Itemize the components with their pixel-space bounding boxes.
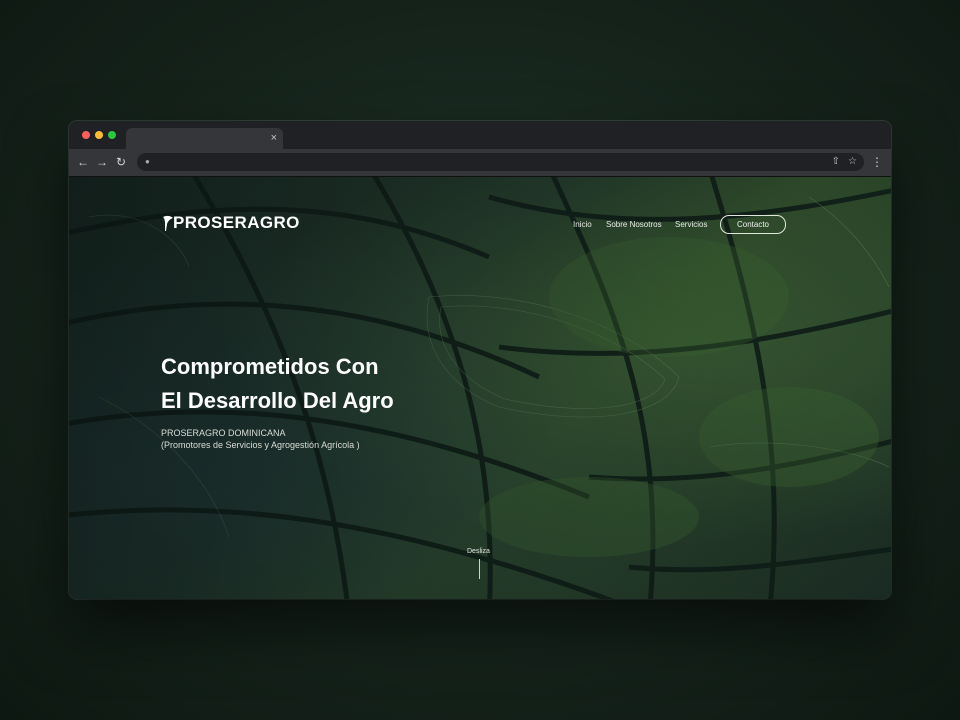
logo-text: PROSERAGRO: [173, 213, 300, 232]
reload-icon[interactable]: ↻: [113, 153, 129, 171]
address-bar[interactable]: ● ⇧ ☆: [137, 153, 864, 171]
bookmark-star-icon[interactable]: ☆: [848, 155, 857, 169]
maximize-window-button[interactable]: [108, 131, 116, 139]
nav-link-sobre-nosotros[interactable]: Sobre Nosotros: [606, 217, 662, 233]
browser-toolbar: ← → ↻ ● ⇧ ☆ ⋮: [69, 149, 891, 177]
scroll-hint[interactable]: Desliza: [467, 547, 490, 557]
browser-menu-icon[interactable]: ⋮: [871, 153, 883, 171]
hero-title-line-1: Comprometidos Con: [161, 354, 379, 379]
contact-button[interactable]: Contacto: [720, 215, 786, 234]
lock-icon: ●: [145, 157, 150, 166]
tab-bar: ×: [69, 121, 891, 149]
hero-subtitle-line-2: (Promotores de Servicios y Agrogestión A…: [161, 440, 360, 450]
nav-link-servicios[interactable]: Servicios: [675, 217, 707, 233]
close-tab-icon[interactable]: ×: [271, 131, 277, 145]
share-icon[interactable]: ⇧: [832, 155, 840, 169]
browser-window: × ← → ↻ ● ⇧ ☆ ⋮ PROSERAGRO Inicio Sobre …: [69, 121, 891, 599]
minimize-window-button[interactable]: [95, 131, 103, 139]
scroll-indicator-line: [479, 559, 480, 579]
forward-icon[interactable]: →: [94, 153, 110, 171]
hero-subtitle-line-1: PROSERAGRO DOMINICANA: [161, 428, 286, 438]
nav-link-inicio[interactable]: Inicio: [573, 217, 592, 233]
hero-title-line-2: El Desarrollo Del Agro: [161, 388, 394, 413]
browser-tab[interactable]: ×: [126, 128, 283, 149]
close-window-button[interactable]: [82, 131, 90, 139]
page-viewport: PROSERAGRO Inicio Sobre Nosotros Servici…: [69, 177, 891, 599]
back-icon[interactable]: ←: [75, 153, 91, 171]
